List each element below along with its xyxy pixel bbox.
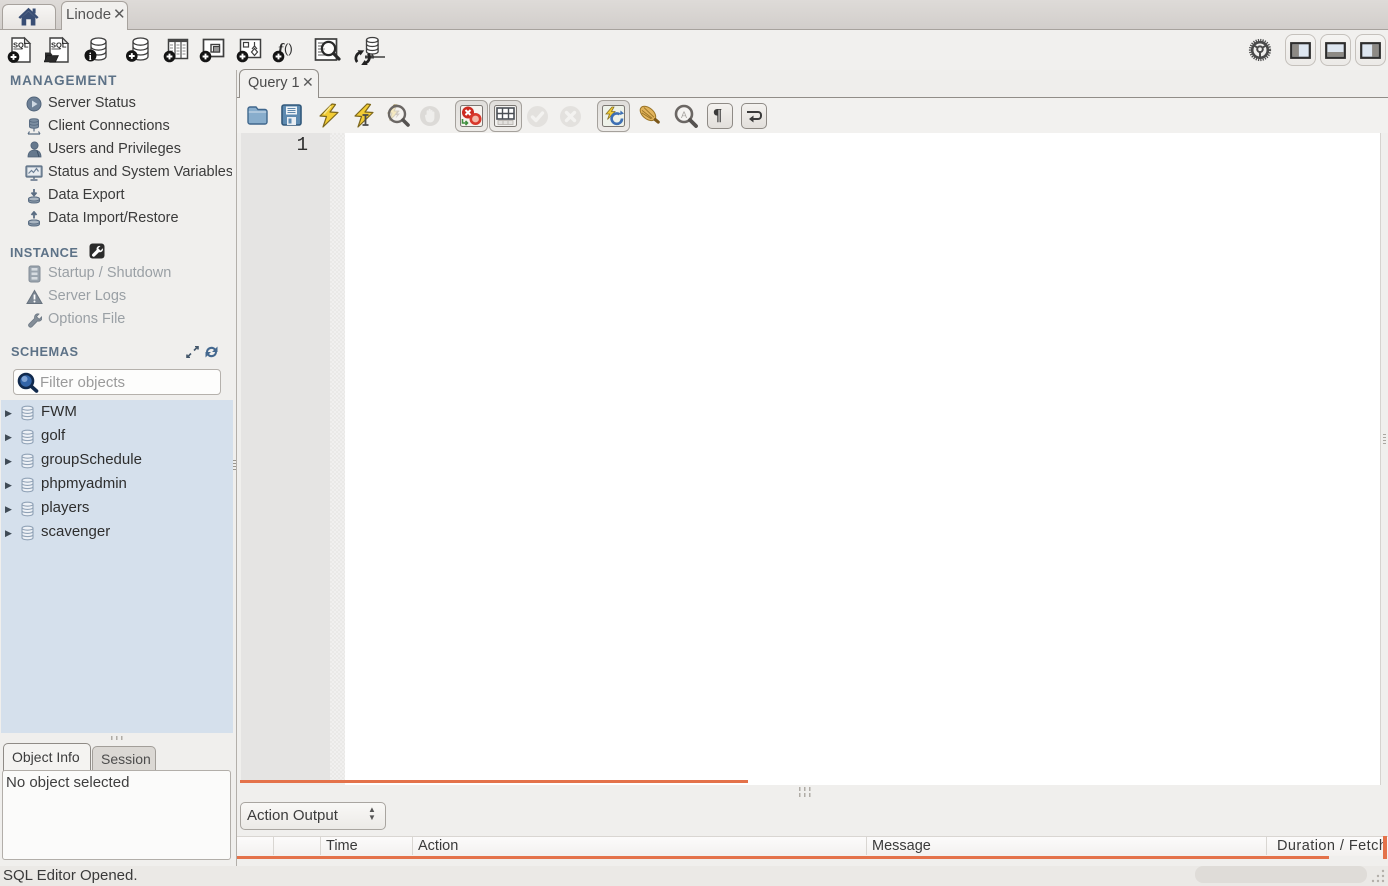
svg-text:A: A bbox=[681, 110, 687, 120]
svg-text:i: i bbox=[89, 52, 92, 63]
svg-text:(): () bbox=[284, 41, 293, 56]
svg-text:SQL: SQL bbox=[13, 41, 29, 50]
svg-text:SQL: SQL bbox=[51, 41, 67, 50]
